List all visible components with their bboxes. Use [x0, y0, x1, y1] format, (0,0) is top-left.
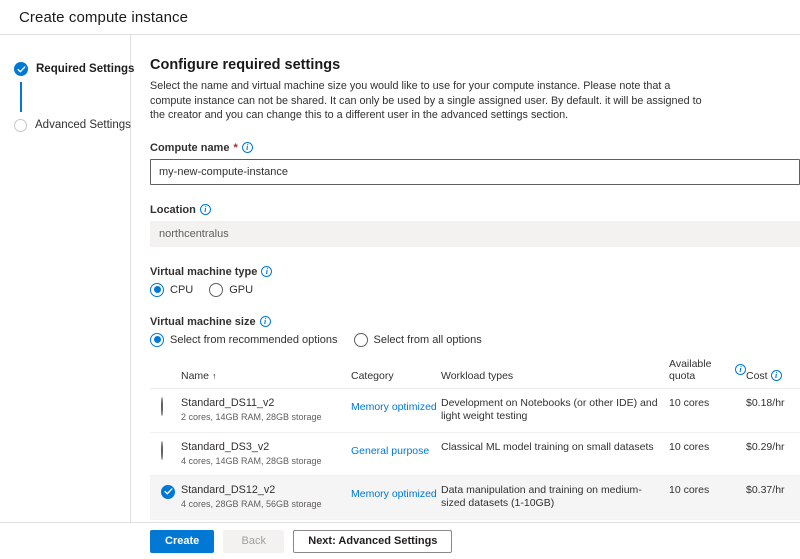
radio-button-icon [150, 332, 164, 347]
row-cost-cell: $0.37/hr [746, 483, 785, 496]
vm-type-radio-group: CPU GPU [150, 282, 800, 297]
location-label: Location i [150, 204, 800, 216]
info-icon[interactable]: i [261, 266, 273, 277]
vm-size-option-label: Select from all options [373, 333, 482, 346]
required-settings-panel: Configure required settings Select the n… [131, 35, 800, 522]
vm-specs: 4 cores, 14GB RAM, 28GB storage [181, 455, 322, 466]
step-connector-line [20, 82, 22, 112]
section-heading: Configure required settings [150, 57, 341, 73]
table-header-workload[interactable]: Workload types [441, 370, 669, 382]
table-header-category[interactable]: Category [351, 370, 441, 382]
table-header-cost-text: Cost [746, 369, 768, 382]
category-link[interactable]: General purpose [351, 445, 429, 457]
radio-button-selected-icon [161, 484, 175, 499]
vm-type-label-text: Virtual machine type [150, 265, 258, 278]
compute-name-label: Compute name * i [150, 142, 800, 154]
radio-button-icon [150, 282, 164, 297]
vm-type-label: Virtual machine type i [150, 266, 800, 278]
table-header-cost[interactable]: Cost i [746, 370, 800, 382]
row-quota-cell: 10 cores [669, 396, 710, 409]
row-select-cell[interactable] [150, 484, 181, 499]
info-icon[interactable]: i [241, 142, 253, 153]
vm-type-option-cpu[interactable]: CPU [150, 282, 194, 297]
row-workload-cell: Development on Notebooks (or other IDE) … [441, 396, 658, 423]
row-select-cell[interactable] [150, 440, 181, 460]
next-advanced-settings-button[interactable]: Next: Advanced Settings [293, 529, 453, 553]
window-title-bar: Create compute instance [0, 0, 800, 35]
wizard-step-sidebar: Required Settings Advanced Settings [0, 35, 134, 522]
wizard-footer: Create Back Next: Advanced Settings [0, 522, 800, 559]
row-cost-cell: $0.18/hr [746, 396, 785, 409]
empty-circle-icon [14, 118, 27, 132]
category-link[interactable]: Memory optimized [351, 401, 437, 413]
table-header-select [150, 381, 181, 382]
required-asterisk: * [233, 141, 238, 154]
table-header-name[interactable]: Name ↑ [181, 370, 351, 382]
sidebar-step-required-settings[interactable]: Required Settings [0, 59, 134, 79]
create-button[interactable]: Create [150, 529, 215, 553]
info-icon[interactable]: i [199, 204, 211, 215]
category-link[interactable]: Memory optimized [351, 488, 437, 500]
radio-button-icon [353, 332, 368, 347]
sort-ascending-icon: ↑ [211, 370, 217, 381]
vm-name: Standard_DS12_v2 [181, 483, 276, 496]
sidebar-step-advanced-settings[interactable]: Advanced Settings [0, 115, 131, 135]
table-row[interactable]: Standard_DS3_v2 4 cores, 14GB RAM, 28GB … [150, 433, 800, 476]
row-name-cell: Standard_DS11_v2 2 cores, 14GB RAM, 28GB… [181, 397, 351, 423]
radio-button-icon [161, 440, 163, 460]
vm-size-table: Name ↑ Category Workload types Available… [150, 358, 800, 523]
compute-name-input[interactable]: my-new-compute-instance [150, 158, 800, 185]
compute-name-label-text: Compute name [150, 141, 230, 154]
location-label-text: Location [150, 203, 196, 216]
row-workload-cell: Classical ML model training on small dat… [441, 440, 654, 453]
table-header-row: Name ↑ Category Workload types Available… [150, 358, 800, 389]
back-button: Back [223, 529, 285, 553]
table-header-quota[interactable]: Available quota i [669, 358, 746, 382]
radio-button-icon [161, 396, 163, 416]
vm-name: Standard_DS3_v2 [181, 440, 270, 453]
sidebar-step-label: Advanced Settings [35, 119, 131, 131]
row-name-cell: Standard_DS12_v2 4 cores, 28GB RAM, 56GB… [181, 484, 351, 510]
vm-specs: 2 cores, 14GB RAM, 28GB storage [181, 411, 322, 422]
row-quota-cell: 10 cores [669, 440, 710, 453]
row-workload-cell: Data manipulation and training on medium… [441, 483, 642, 510]
info-icon[interactable]: i [259, 316, 271, 327]
table-header-quota-text: Available quota [669, 357, 712, 382]
sidebar-step-label: Required Settings [36, 63, 135, 75]
vm-name: Standard_DS11_v2 [181, 396, 275, 409]
row-quota-cell: 10 cores [669, 483, 710, 496]
page-title: Create compute instance [19, 8, 189, 26]
vm-specs: 4 cores, 28GB RAM, 56GB storage [181, 498, 322, 509]
vm-type-option-label: GPU [229, 283, 254, 296]
table-row[interactable]: Standard_DS11_v2 2 cores, 14GB RAM, 28GB… [150, 389, 800, 433]
row-category-cell: Memory optimized [351, 397, 441, 415]
vm-size-label: Virtual machine size i [150, 316, 800, 328]
table-row[interactable]: Standard_D13_v2 8 cores, 56GB RAM, 400GB… [150, 520, 800, 523]
radio-button-icon [209, 282, 224, 297]
table-row-selected[interactable]: Standard_DS12_v2 4 cores, 28GB RAM, 56GB… [150, 475, 800, 520]
check-circle-icon [14, 62, 28, 76]
vm-type-option-label: CPU [170, 283, 194, 296]
row-select-cell[interactable] [150, 396, 181, 416]
vm-size-radio-group: Select from recommended options Select f… [150, 332, 800, 347]
wizard-shell: Required Settings Advanced Settings Conf… [0, 35, 800, 522]
info-icon[interactable]: i [735, 364, 746, 375]
info-icon[interactable]: i [770, 370, 782, 381]
location-value: northcentralus [150, 220, 800, 247]
table-header-name-text: Name [181, 369, 210, 382]
vm-size-option-label: Select from recommended options [170, 333, 338, 346]
row-cost-cell: $0.29/hr [746, 440, 785, 453]
row-name-cell: Standard_DS3_v2 4 cores, 14GB RAM, 28GB … [181, 441, 351, 467]
vm-size-option-all[interactable]: Select from all options [353, 332, 482, 347]
vm-size-option-recommended[interactable]: Select from recommended options [150, 332, 338, 347]
vm-size-label-text: Virtual machine size [150, 315, 256, 328]
vm-type-option-gpu[interactable]: GPU [209, 282, 254, 297]
row-category-cell: General purpose [351, 441, 441, 459]
section-description: Select the name and virtual machine size… [150, 80, 702, 121]
row-category-cell: Memory optimized [351, 484, 441, 502]
